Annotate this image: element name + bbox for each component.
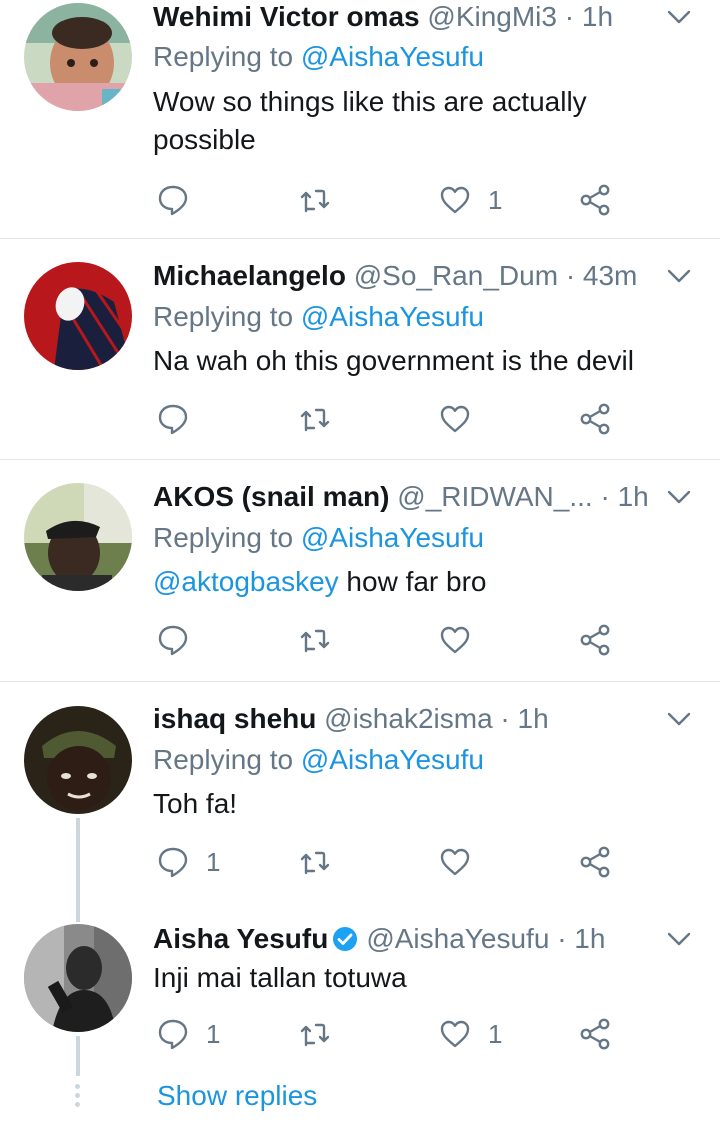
retweet-icon [300,851,330,875]
replying-to-link[interactable]: @AishaYesufu [301,744,484,775]
user-handle[interactable]: @So_Ran_Dum [354,260,558,291]
tweet-1[interactable]: Wehimi Victor omas @KingMi3 · 1h Replyin… [0,0,720,238]
tweet-3[interactable]: AKOS (snail man) @_RIDWAN_... · 1h Reply… [0,460,720,681]
timestamp[interactable]: · 1h [557,923,605,954]
reply-icon [158,185,188,216]
share-button[interactable] [578,620,612,660]
retweet-icon [300,629,330,653]
timestamp[interactable]: · 1h [600,481,648,512]
heart-icon [440,848,470,876]
replying-to: Replying to @AishaYesufu [153,744,484,775]
tweet-4[interactable]: ishaq shehu @ishak2isma · 1h Replying to… [0,682,720,902]
retweet-button[interactable] [298,620,348,660]
chevron-down-icon[interactable] [666,706,692,732]
retweet-button[interactable] [298,180,348,220]
share-icon [580,624,610,656]
user-handle[interactable]: @_RIDWAN_... [397,481,592,512]
tweet-actions: 1 [0,842,720,882]
chevron-down-icon[interactable] [666,263,692,289]
timestamp[interactable]: · 43m [566,260,638,291]
replying-to-link[interactable]: @AishaYesufu [301,41,484,72]
user-handle[interactable]: @AishaYesufu [366,923,549,954]
retweet-button[interactable] [298,399,348,439]
mention-link[interactable]: @aktogbaskey [153,566,339,597]
share-button[interactable] [578,1014,612,1054]
reply-icon [158,847,188,878]
reply-button[interactable] [156,180,206,220]
tweet-actions [0,399,720,439]
share-icon [580,1018,610,1050]
tweet-header: Aisha Yesufu @AishaYesufu · 1h [153,922,656,962]
heart-icon [440,1020,470,1048]
share-icon [580,846,610,878]
share-button[interactable] [578,180,612,220]
avatar[interactable] [24,3,132,111]
replying-to-link[interactable]: @AishaYesufu [301,301,484,332]
tweet-header: ishaq shehu @ishak2isma · 1h [153,702,656,742]
heart-icon [440,186,470,214]
reply-icon [158,1019,188,1050]
retweet-button[interactable] [298,1014,348,1054]
replying-to: Replying to @AishaYesufu [153,41,484,72]
reply-button[interactable]: 1 [156,842,220,882]
avatar[interactable] [24,706,132,814]
like-button[interactable]: 1 [438,180,502,220]
tweet-5[interactable]: Aisha Yesufu @AishaYesufu · 1h Inji mai t… [0,902,720,1072]
tweet-header: Michaelangelo @So_Ran_Dum · 43m [153,259,656,299]
replying-to-link[interactable]: @AishaYesufu [301,522,484,553]
avatar[interactable] [24,262,132,370]
share-icon [580,403,610,435]
replying-to: Replying to @AishaYesufu [153,301,484,332]
like-button[interactable] [438,842,488,882]
chevron-down-icon[interactable] [666,4,692,30]
reply-icon [158,625,188,656]
chevron-down-icon[interactable] [666,926,692,952]
display-name[interactable]: AKOS (snail man) [153,481,389,512]
tweet-2[interactable]: Michaelangelo @So_Ran_Dum · 43m Replying… [0,239,720,459]
share-button[interactable] [578,842,612,882]
tweet-actions: 1 1 [0,1014,720,1054]
display-name[interactable]: Michaelangelo [153,260,346,291]
display-name[interactable]: Aisha Yesufu [153,923,328,954]
heart-icon [440,405,470,433]
replying-to: Replying to @AishaYesufu [153,522,484,553]
retweet-icon [300,189,330,213]
like-button[interactable]: 1 [438,1014,502,1054]
chevron-down-icon[interactable] [666,484,692,510]
tweet-text: @aktogbaskey how far bro [153,566,487,597]
tweet-text: Inji mai tallan totuwa [153,962,407,993]
share-button[interactable] [578,399,612,439]
user-handle[interactable]: @ishak2isma [324,703,492,734]
like-button[interactable] [438,399,488,439]
tweet-text: Wow so things like this are actually pos… [153,86,587,155]
display-name[interactable]: ishaq shehu [153,703,316,734]
timestamp[interactable]: · 1h [500,703,548,734]
like-button[interactable] [438,620,488,660]
verified-badge-icon [333,927,358,951]
reply-button[interactable]: 1 [156,1014,220,1054]
share-icon [580,184,610,216]
tweet-actions: 1 [0,180,720,220]
reply-icon [158,404,188,435]
tweet-text: Toh fa! [153,788,238,819]
tweet-actions [0,620,720,660]
retweet-button[interactable] [298,842,348,882]
reply-button[interactable] [156,620,206,660]
timestamp[interactable]: · 1h [565,1,613,32]
heart-icon [440,626,470,654]
reply-button[interactable] [156,399,206,439]
tweet-text: Na wah oh this government is the devil [153,345,634,376]
retweet-icon [300,1023,330,1047]
show-replies-link[interactable]: Show replies [157,1080,317,1112]
retweet-icon [300,408,330,432]
avatar[interactable] [24,483,132,591]
display-name[interactable]: Wehimi Victor omas [153,1,420,32]
user-handle[interactable]: @KingMi3 [427,1,557,32]
thread-dots [74,1084,82,1111]
tweet-header: AKOS (snail man) @_RIDWAN_... · 1h [153,480,656,520]
tweet-header: Wehimi Victor omas @KingMi3 · 1h [153,0,656,40]
